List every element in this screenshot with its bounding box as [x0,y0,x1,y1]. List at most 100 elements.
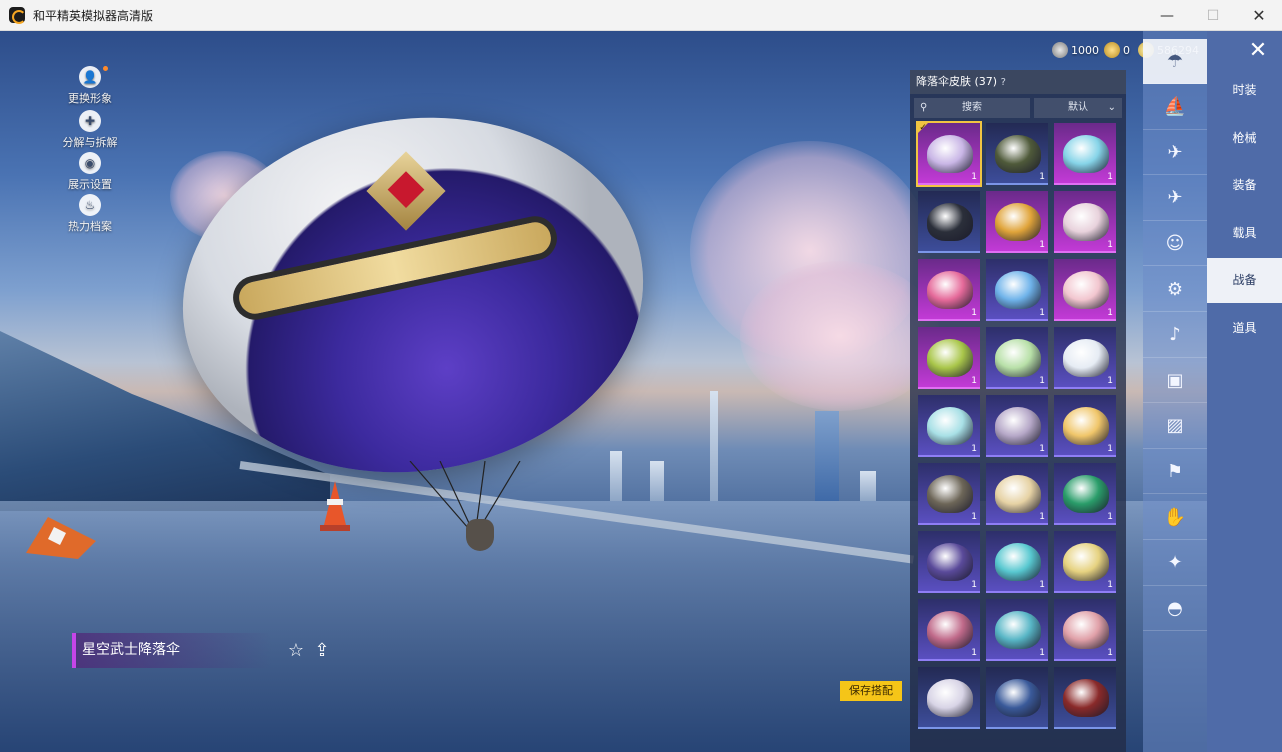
menu-item[interactable]: 时装 [1207,68,1282,113]
close-icon[interactable]: ✕ [1244,40,1272,62]
parachute-thumbnail [1063,407,1109,445]
skin-item[interactable]: 1 ✓ [916,121,982,187]
skin-item[interactable]: 1 [1054,327,1116,389]
favorite-icon[interactable]: ☆ [286,641,306,661]
save-outfit-button[interactable]: 保存搭配 [840,681,902,701]
extinguisher-icon[interactable]: ⚑ [1143,449,1207,495]
change-avatar-button[interactable]: 👤 更换形象 [58,66,122,106]
puzzle-icon: ✚ [79,110,101,132]
search-input[interactable]: ⚲ 搜索 [914,98,1030,118]
sort-dropdown[interactable]: 默认 ⌄ [1034,98,1122,118]
skin-count: 1 [971,444,977,454]
skin-count: 1 [1107,376,1113,386]
chevron-down-icon: ⌄ [1107,102,1116,113]
skin-count: 1 [1107,512,1113,522]
skin-item[interactable]: 1 [918,395,980,457]
badge-icon[interactable]: ▣ [1143,358,1207,404]
skin-item[interactable]: 1 [918,599,980,661]
picture-icon[interactable]: ▨ [1143,404,1207,449]
skin-item[interactable]: 1 [986,259,1048,321]
skin-item[interactable]: 1 [1054,123,1116,185]
skin-count: 1 [1039,376,1045,386]
app-logo-icon [9,7,26,24]
skin-item[interactable]: 1 [986,327,1048,389]
skin-item[interactable] [1054,667,1116,729]
skin-item[interactable]: 1 [918,259,980,321]
sort-value: 默认 [1068,102,1088,113]
skin-item[interactable]: 1 [1054,395,1116,457]
parachute-thumbnail [927,203,973,241]
parachute-thumbnail [927,407,973,445]
window-titlebar: 和平精英模拟器高清版 [0,0,1282,31]
parachute-thumbnail [995,135,1041,173]
emote-icon[interactable]: ☺ [1143,221,1207,267]
parachute-thumbnail [995,475,1041,513]
skin-item[interactable]: 1 [1054,531,1116,593]
skin-count: 1 [1039,308,1045,318]
close-window-button[interactable]: ✕ [1236,0,1282,31]
skin-item[interactable]: 1 [1054,259,1116,321]
parachute-thumbnail [995,679,1041,717]
skyscraper [860,471,876,501]
skin-count: 1 [1107,444,1113,454]
skin-count: 1 [1039,648,1045,658]
robot-icon[interactable]: ⚙ [1143,267,1207,312]
gesture-icon[interactable]: ✋ [1143,495,1207,540]
category-icon-column: ☂ ⛵ ✈ ✈ ☺ ⚙ ♪ ▣ ▨ ⚑ ✋ ✦ ◓ [1143,31,1207,752]
skin-item[interactable]: 1 [918,327,980,389]
heat-archive-button[interactable]: ♨ 热力档案 [58,194,122,234]
skin-count: 1 [1107,648,1113,658]
skyscraper [610,451,622,501]
eye-icon: ◉ [79,152,101,174]
skin-item[interactable]: 1 [918,463,980,525]
panel-toolbar: ⚲ 搜索 默认 ⌄ [910,94,1126,122]
share-icon[interactable]: ⇪ [312,641,332,661]
drone-icon[interactable]: ✈ [1143,130,1207,176]
sound-icon[interactable]: ♪ [1143,313,1207,358]
magic-icon[interactable]: ✦ [1143,541,1207,586]
maximize-button[interactable]: ☐ [1190,0,1236,31]
skin-item[interactable]: 1 [1054,599,1116,661]
parachute-thumbnail [1063,339,1109,377]
skin-item[interactable]: 1 [986,395,1048,457]
search-icon: ⚲ [920,102,928,113]
skin-item[interactable]: 1 [1054,463,1116,525]
skin-item[interactable]: 1 [986,531,1048,593]
parachute-thumbnail [927,543,973,581]
equipped-check-icon: ✓ [916,121,930,135]
skin-count: 1 [1107,308,1113,318]
skin-item[interactable] [918,191,980,253]
coupon-value: 1000 [1071,43,1099,57]
skin-item[interactable]: 1 [986,191,1048,253]
skin-item[interactable]: 1 [918,531,980,593]
parachute-thumbnail [1063,543,1109,581]
skin-item[interactable] [986,667,1048,729]
help-icon[interactable]: ? [1001,77,1006,88]
traffic-cone [26,517,96,559]
decompose-button[interactable]: ✚ 分解与拆解 [58,110,122,150]
parachute-thumbnail [927,679,973,717]
display-settings-button[interactable]: ◉ 展示设置 [58,152,122,192]
skin-item[interactable]: 1 [986,599,1048,661]
plane-icon[interactable]: ✈ [1143,176,1207,221]
skin-panel: 降落伞皮肤 (37) ? ⚲ 搜索 默认 ⌄ 1 ✓ 1 1 1 1 1 1 1 1 1 1 1 1 1 1 1… [910,70,1126,752]
skin-count: 1 [971,376,977,386]
menu-item[interactable]: 载具 [1207,211,1282,256]
skin-item[interactable]: 1 [986,463,1048,525]
parachute-thumbnail [927,611,973,649]
parachute-thumbnail [1063,679,1109,717]
vehicle-icon[interactable]: ⛵ [1143,85,1207,130]
skyscraper [650,461,664,501]
menu-item[interactable]: 道具 [1207,306,1282,351]
skin-item[interactable]: 1 [986,123,1048,185]
menu-item[interactable]: 装备 [1207,163,1282,208]
menu-item[interactable]: 战备 [1207,258,1282,303]
skin-item[interactable] [918,667,980,729]
parachute-icon[interactable]: ☂ [1143,39,1207,84]
skin-item[interactable]: 1 [1054,191,1116,253]
avatar-icon: 👤 [79,66,101,88]
ufo-icon[interactable]: ◓ [1143,586,1207,632]
skin-count: 1 [971,580,977,590]
minimize-button[interactable]: — [1144,0,1190,31]
menu-item[interactable]: 枪械 [1207,116,1282,161]
